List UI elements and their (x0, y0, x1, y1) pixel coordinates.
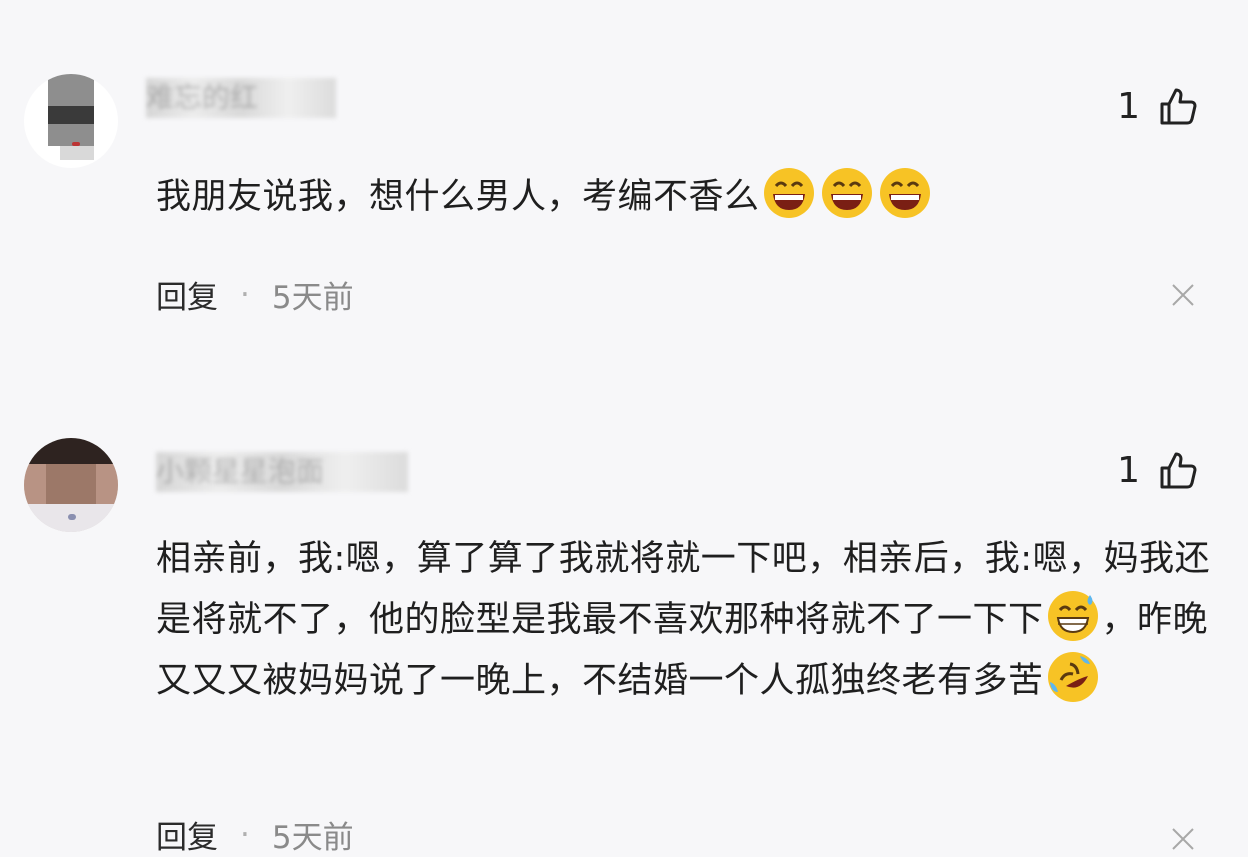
comment-time: 5天前 (271, 820, 354, 856)
username[interactable]: 小颗星星泡面 (156, 452, 408, 492)
like-count: 1 (1117, 449, 1140, 491)
grinning-laugh-emoji (763, 168, 814, 218)
like-button[interactable]: 1 (1117, 448, 1200, 492)
grinning-laugh-emoji (879, 168, 930, 218)
grinning-sweat-emoji (1047, 591, 1098, 641)
reply-button[interactable]: 回复 (156, 272, 218, 317)
username[interactable]: 难忘的红 (146, 78, 336, 118)
close-icon[interactable] (1170, 282, 1196, 308)
comment-time: 5天前 (271, 280, 354, 316)
grinning-laugh-emoji (821, 168, 872, 218)
comment-meta: 回复 · 5天前 (156, 812, 354, 857)
separator-dot: · (240, 276, 250, 313)
separator-dot: · (240, 816, 250, 853)
avatar[interactable] (24, 438, 118, 532)
comment-meta: 回复 · 5天前 (156, 272, 354, 317)
avatar[interactable] (24, 74, 118, 168)
like-button[interactable]: 1 (1117, 84, 1200, 128)
rolling-laughing-emoji (1047, 652, 1098, 702)
close-icon[interactable] (1170, 826, 1196, 852)
like-count: 1 (1117, 85, 1140, 127)
thumbs-up-icon (1160, 88, 1197, 125)
thumbs-up-icon (1160, 452, 1197, 489)
comment-text: 我朋友说我，想什么男人，考编不香么 (156, 166, 1216, 227)
comment-text: 相亲前，我:嗯，算了算了我就将就一下吧，相亲后，我:嗯，妈我还是将就不了，他的脸… (156, 530, 1216, 711)
reply-button[interactable]: 回复 (156, 812, 218, 857)
